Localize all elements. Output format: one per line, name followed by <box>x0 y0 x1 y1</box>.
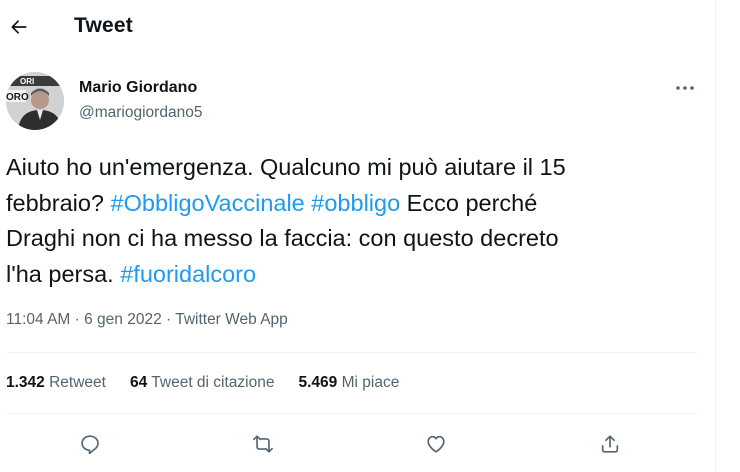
retweet-button[interactable] <box>245 428 281 460</box>
arrow-left-icon <box>9 17 29 37</box>
header: Tweet <box>0 0 716 56</box>
quotes-count: 64 <box>129 374 148 391</box>
avatar[interactable]: ORI ORO <box>6 72 64 130</box>
likes-label: Mi piace <box>341 374 400 391</box>
author-name[interactable]: Mario Giordano <box>79 79 197 97</box>
author-handle[interactable]: @mariogiordano5 <box>79 104 202 122</box>
likes-stat[interactable]: 5.469 Mi piace <box>298 374 399 392</box>
likes-count: 5.469 <box>298 374 338 391</box>
page-title: Tweet <box>74 14 133 37</box>
share-button[interactable] <box>592 428 628 460</box>
like-button[interactable] <box>418 428 454 460</box>
tweet-line-4: l'ha persa. #fuoridalcoro <box>6 257 706 293</box>
reply-icon <box>79 433 101 455</box>
tweet-source[interactable]: Twitter Web App <box>175 311 288 328</box>
meta-separator: · <box>70 311 85 328</box>
avatar-logo-bottom: ORO <box>6 92 29 103</box>
avatar-logo-top: ORI <box>20 77 34 86</box>
retweet-icon <box>250 433 276 455</box>
hashtag-link[interactable]: #fuoridalcoro <box>120 261 256 287</box>
hashtag-link[interactable]: #ObbligoVaccinale <box>111 190 305 216</box>
retweets-stat[interactable]: 1.342 Retweet <box>6 374 106 392</box>
like-icon <box>425 433 447 455</box>
tweet-stats: 1.342 Retweet 64 Tweet di citazione 5.46… <box>6 374 399 392</box>
tweet-date[interactable]: 6 gen 2022 <box>84 311 162 328</box>
divider <box>6 413 698 414</box>
more-options-button[interactable] <box>670 76 700 100</box>
tweet-detail-column: Tweet ORI ORO Mario Giordano @mariogiord… <box>0 0 716 472</box>
reply-button[interactable] <box>72 428 108 460</box>
tweet-text-segment: Ecco perché <box>400 189 538 216</box>
tweet-text-segment: febbraio? <box>6 189 111 216</box>
tweet-time[interactable]: 11:04 AM <box>6 311 70 328</box>
more-dots-icon <box>675 85 695 91</box>
back-button[interactable] <box>4 12 34 42</box>
tweet-line-1: Aiuto ho un'emergenza. Qualcuno mi può a… <box>6 154 566 180</box>
quotes-label: Tweet di citazione <box>151 374 275 391</box>
tweet-line-2: febbraio? #ObbligoVaccinale #obbligo Ecc… <box>6 186 706 222</box>
retweets-count: 1.342 <box>6 374 45 391</box>
tweet-line-3: Draghi non ci ha messo la faccia: con qu… <box>6 225 559 251</box>
tweet-meta: 11:04 AM · 6 gen 2022 · Twitter Web App <box>6 311 288 329</box>
meta-separator: · <box>161 311 176 328</box>
share-icon <box>599 433 621 455</box>
divider <box>6 352 698 353</box>
tweet-text: Aiuto ho un'emergenza. Qualcuno mi può a… <box>6 150 706 292</box>
tweet-text-segment: l'ha persa. <box>6 260 121 287</box>
quotes-stat[interactable]: 64 Tweet di citazione <box>130 374 275 392</box>
retweets-label: Retweet <box>49 374 106 391</box>
hashtag-link[interactable]: #obbligo <box>311 190 400 216</box>
